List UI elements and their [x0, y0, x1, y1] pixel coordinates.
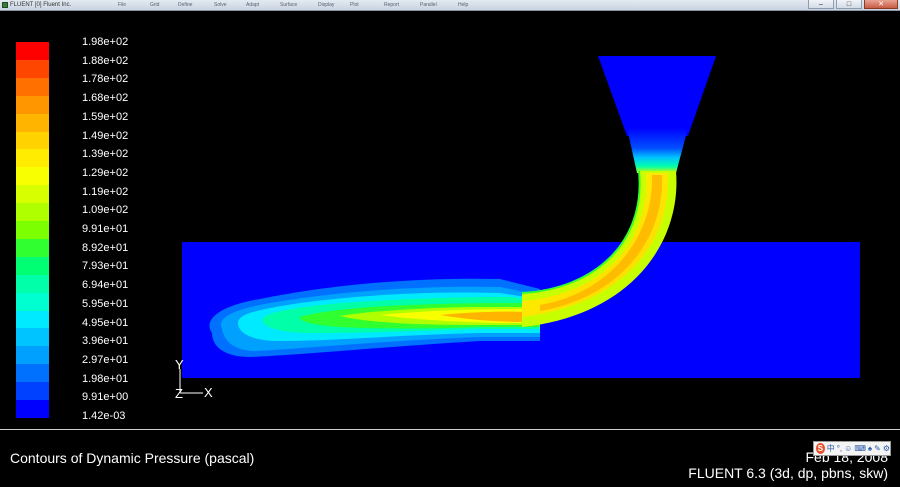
window-title: FLUENT [0] Fluent Inc. — [10, 2, 72, 8]
ime-logo-icon[interactable]: S — [816, 443, 825, 454]
legend-swatch — [16, 77, 49, 97]
legend-label: 1.78e+02 — [82, 73, 129, 86]
legend-swatch — [16, 328, 49, 347]
ime-tool-icon[interactable]: °, — [837, 443, 842, 455]
ime-toolbar[interactable]: S 中 °, ☺ ⌨ ♠ ✎ ⚙ — [813, 441, 891, 456]
legend-swatch — [16, 221, 49, 240]
legend-label: 2.97e+01 — [82, 353, 129, 366]
maximize-button[interactable]: □ — [836, 0, 862, 9]
caption-bar: Contours of Dynamic Pressure (pascal) Fe… — [0, 429, 900, 487]
legend-label: 1.88e+02 — [82, 54, 129, 67]
legend-label: 3.96e+01 — [82, 335, 129, 348]
legend-swatch — [16, 59, 49, 79]
menu-item-file[interactable]: File — [118, 0, 126, 10]
legend-label: 1.98e+02 — [82, 36, 129, 48]
close-button[interactable]: ✕ — [864, 0, 898, 9]
ime-tool-icon[interactable]: ☺ — [844, 443, 852, 455]
menu-item-parallel[interactable]: Parallel — [420, 0, 437, 10]
legend-swatch — [16, 203, 49, 222]
legend-swatch — [16, 274, 49, 294]
legend-label: 1.19e+02 — [82, 185, 129, 198]
legend-label: 4.95e+01 — [82, 316, 129, 329]
legend-swatch — [16, 131, 49, 150]
ime-tool-icon[interactable]: ⌨ — [854, 443, 866, 455]
ime-tool-icon[interactable]: 中 — [827, 443, 835, 455]
menu-item-help[interactable]: Help — [458, 0, 468, 10]
title-bar: FLUENT [0] Fluent Inc. File Grid Define Sol… — [0, 0, 900, 11]
legend-label: 1.29e+02 — [82, 166, 129, 179]
contour-plot — [182, 56, 860, 378]
menu-item-solve[interactable]: Solve — [214, 0, 227, 10]
ime-tool-icon[interactable]: ⚙ — [883, 443, 890, 455]
window-controls: – □ ✕ — [808, 0, 898, 10]
legend-swatch — [16, 185, 49, 204]
legend-label: 1.49e+02 — [82, 129, 129, 142]
fluent-app-icon — [2, 2, 8, 8]
axis-triad — [179, 369, 203, 394]
legend-swatch — [16, 292, 49, 312]
legend-swatch — [16, 42, 49, 61]
menu-item-grid[interactable]: Grid — [150, 0, 159, 10]
legend-label: 1.09e+02 — [82, 204, 129, 217]
legend-swatch — [16, 364, 49, 383]
nozzle-domain — [598, 56, 716, 136]
legend-label: 7.93e+01 — [82, 260, 129, 273]
menu-item-define[interactable]: Define — [178, 0, 192, 10]
legend-swatch — [16, 382, 49, 401]
menu-item-plot[interactable]: Plot — [350, 0, 359, 10]
solver-version: FLUENT 6.3 (3d, dp, pbns, skw) — [688, 465, 888, 481]
menu-item-display[interactable]: Display — [318, 0, 334, 10]
legend-swatch — [16, 149, 49, 168]
legend-label: 1.59e+02 — [82, 110, 129, 123]
legend-swatch — [16, 167, 49, 186]
legend-label: 1.98e+01 — [82, 372, 129, 385]
legend-label: 9.91e+00 — [82, 391, 129, 404]
ime-tool-icon[interactable]: ✎ — [874, 443, 881, 455]
minimize-button[interactable]: – — [808, 0, 834, 9]
legend-swatch — [16, 310, 49, 329]
legend-swatch — [16, 238, 49, 258]
legend-label: 1.42e-03 — [82, 410, 126, 422]
nozzle-flow-field — [627, 128, 688, 173]
legend-swatch — [16, 95, 49, 115]
legend-label: 5.95e+01 — [82, 297, 129, 310]
ime-tool-icon[interactable]: ♠ — [868, 443, 872, 455]
color-legend: 1.98e+02 1.88e+02 1.78e+02 1.68e+02 1.59e+02… — [16, 36, 128, 422]
plot-caption: Contours of Dynamic Pressure (pascal) — [10, 450, 255, 466]
menu-item-report[interactable]: Report — [384, 0, 399, 10]
legend-swatch — [16, 346, 49, 365]
menu-item-adapt[interactable]: Adapt — [246, 0, 259, 10]
legend-swatch — [16, 113, 49, 132]
legend-label: 8.92e+01 — [82, 241, 129, 254]
menu-item-surface[interactable]: Surface — [280, 0, 297, 10]
legend-label: 9.91e+01 — [82, 223, 129, 235]
legend-label: 1.39e+02 — [82, 148, 129, 161]
legend-label: 1.68e+02 — [82, 92, 129, 105]
graphics-viewport[interactable]: 1.98e+02 1.88e+02 1.78e+02 1.68e+02 1.59e+02… — [0, 11, 900, 429]
legend-swatch — [16, 400, 49, 419]
legend-swatch — [16, 256, 49, 276]
legend-label: 6.94e+01 — [82, 279, 129, 292]
